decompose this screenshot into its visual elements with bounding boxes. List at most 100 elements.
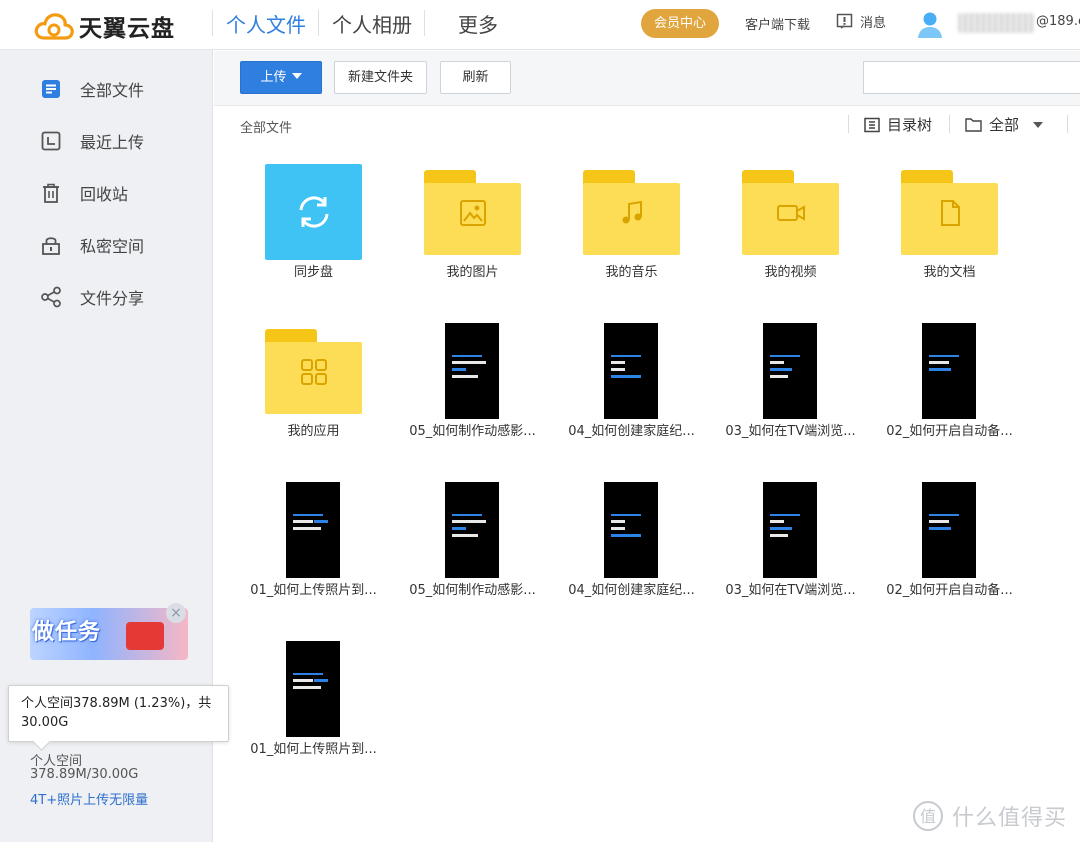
document-icon (933, 196, 967, 230)
sidebar-item-recycle-bin[interactable]: 回收站 (38, 179, 128, 207)
refresh-button[interactable]: 刷新 (440, 61, 511, 94)
file-tile-sync-disk[interactable]: 同步盘 (234, 142, 393, 292)
video-thumbnail (922, 323, 976, 419)
file-name: 我的视频 (764, 265, 817, 280)
folder-icon (901, 170, 998, 255)
file-tile-video[interactable]: 01_如何上传照片到... (234, 619, 393, 769)
top-header: 天翼云盘 个人文件 个人相册 更多 会员中心 客户端下载 消息 @189.c (0, 0, 1080, 50)
new-folder-button[interactable]: 新建文件夹 (334, 61, 427, 94)
video-thumbnail (604, 482, 658, 578)
file-tile-video[interactable]: 02_如何开启自动备... (870, 460, 1029, 610)
sidebar-item-all-files[interactable]: 全部文件 (38, 75, 144, 103)
file-name: 04_如何创建家庭纪... (568, 583, 695, 598)
user-avatar[interactable] (917, 11, 943, 43)
account-name-redacted (958, 13, 1034, 33)
vip-center-button[interactable]: 会员中心 (641, 9, 719, 38)
sidebar-item-label: 回收站 (80, 185, 129, 204)
file-thumbnail (393, 460, 552, 582)
file-thumbnail (552, 301, 711, 423)
nav-divider (424, 10, 425, 36)
share-icon (38, 284, 64, 310)
client-download-link[interactable]: 客户端下载 (745, 14, 810, 33)
file-name: 01_如何上传照片到... (250, 583, 377, 598)
promo-close-button[interactable]: × (166, 603, 186, 623)
toolbar: 上传 新建文件夹 刷新 (214, 51, 1080, 106)
file-thumbnail (711, 460, 870, 582)
file-grid: 同步盘 我的图片 我的音乐 我的视频 我的文档 我的应用 05_如何制作动感影.… (214, 142, 1080, 842)
video-thumbnail (763, 323, 817, 419)
watermark: 值 什么值得买 (912, 800, 1067, 832)
search-input[interactable] (863, 61, 1080, 94)
user-icon (918, 12, 942, 38)
file-name: 02_如何开启自动备... (886, 583, 1013, 598)
nav-more[interactable]: 更多 (458, 9, 498, 38)
video-thumbnail (445, 482, 499, 578)
folder-icon (265, 329, 362, 414)
upload-button[interactable]: 上传 (240, 61, 322, 94)
file-tile-video[interactable]: 03_如何在TV端浏览... (711, 460, 870, 610)
chevron-down-icon (1033, 121, 1044, 128)
account-email[interactable]: @189.c (1036, 14, 1080, 29)
file-name: 我的应用 (287, 424, 340, 439)
file-tile-video[interactable]: 05_如何制作动感影... (393, 301, 552, 451)
nav-divider (318, 10, 319, 36)
folder-outline-icon (965, 118, 982, 132)
file-tile-folder[interactable]: 我的图片 (393, 142, 552, 292)
file-tile-folder[interactable]: 我的应用 (234, 301, 393, 451)
video-thumbnail (445, 323, 499, 419)
nav-personal-files[interactable]: 个人文件 (226, 9, 306, 38)
file-tile-video[interactable]: 04_如何创建家庭纪... (552, 301, 711, 451)
divider (949, 115, 950, 133)
unlimited-upload-link[interactable]: 4T+照片上传无限量 (30, 789, 148, 808)
file-name: 我的文档 (923, 265, 976, 280)
file-thumbnail (711, 301, 870, 423)
file-type-filter[interactable]: 全部 (965, 114, 1044, 135)
sidebar-item-recent-upload[interactable]: 最近上传 (38, 127, 144, 155)
file-thumbnail (393, 301, 552, 423)
directory-tree-toggle[interactable]: 目录树 (864, 114, 932, 135)
nav-personal-album[interactable]: 个人相册 (332, 9, 412, 38)
recent-upload-icon (38, 128, 64, 154)
file-name: 03_如何在TV端浏览... (725, 424, 856, 439)
video-thumbnail (763, 482, 817, 578)
storage-value: 378.89M/30.00G (30, 767, 139, 782)
file-tile-video[interactable]: 02_如何开启自动备... (870, 301, 1029, 451)
file-tile-video[interactable]: 04_如何创建家庭纪... (552, 460, 711, 610)
file-name: 同步盘 (293, 265, 333, 280)
file-thumbnail (234, 619, 393, 741)
sidebar-item-private-space[interactable]: 私密空间 (38, 231, 144, 259)
messages-label: 消息 (860, 16, 887, 31)
promo-banner[interactable]: 做任务 (30, 608, 188, 660)
app-name: 天翼云盘 (79, 16, 175, 42)
file-thumbnail (870, 301, 1029, 423)
app-logo[interactable]: 天翼云盘 (34, 9, 175, 43)
video-icon (774, 196, 808, 230)
folder-icon (583, 170, 680, 255)
file-name: 04_如何创建家庭纪... (568, 424, 695, 439)
file-thumbnail (234, 142, 393, 264)
file-thumbnail (552, 142, 711, 264)
file-tile-folder[interactable]: 我的视频 (711, 142, 870, 292)
file-tile-folder[interactable]: 我的音乐 (552, 142, 711, 292)
message-icon (836, 13, 853, 29)
cloud-logo-icon (34, 13, 74, 40)
file-tile-video[interactable]: 01_如何上传照片到... (234, 460, 393, 610)
apps-icon (297, 355, 331, 389)
file-tile-video[interactable]: 03_如何在TV端浏览... (711, 301, 870, 451)
chevron-down-icon (291, 73, 302, 79)
file-tile-folder[interactable]: 我的文档 (870, 142, 1029, 292)
promo-gift-icon (126, 622, 164, 650)
sidebar-item-share[interactable]: 文件分享 (38, 283, 144, 311)
file-name: 我的图片 (446, 265, 499, 280)
file-tile-video[interactable]: 05_如何制作动感影... (393, 460, 552, 610)
file-name: 01_如何上传照片到... (250, 742, 377, 757)
breadcrumb[interactable]: 全部文件 (240, 117, 292, 136)
storage-tooltip: 个人空间378.89M (1.23%)，共30.00G (8, 685, 229, 742)
all-files-icon (38, 76, 64, 102)
nav-divider (212, 10, 213, 36)
private-space-icon (38, 232, 64, 258)
video-thumbnail (604, 323, 658, 419)
folder-icon (424, 170, 521, 255)
messages-button[interactable]: 消息 (836, 12, 886, 31)
file-thumbnail (711, 142, 870, 264)
